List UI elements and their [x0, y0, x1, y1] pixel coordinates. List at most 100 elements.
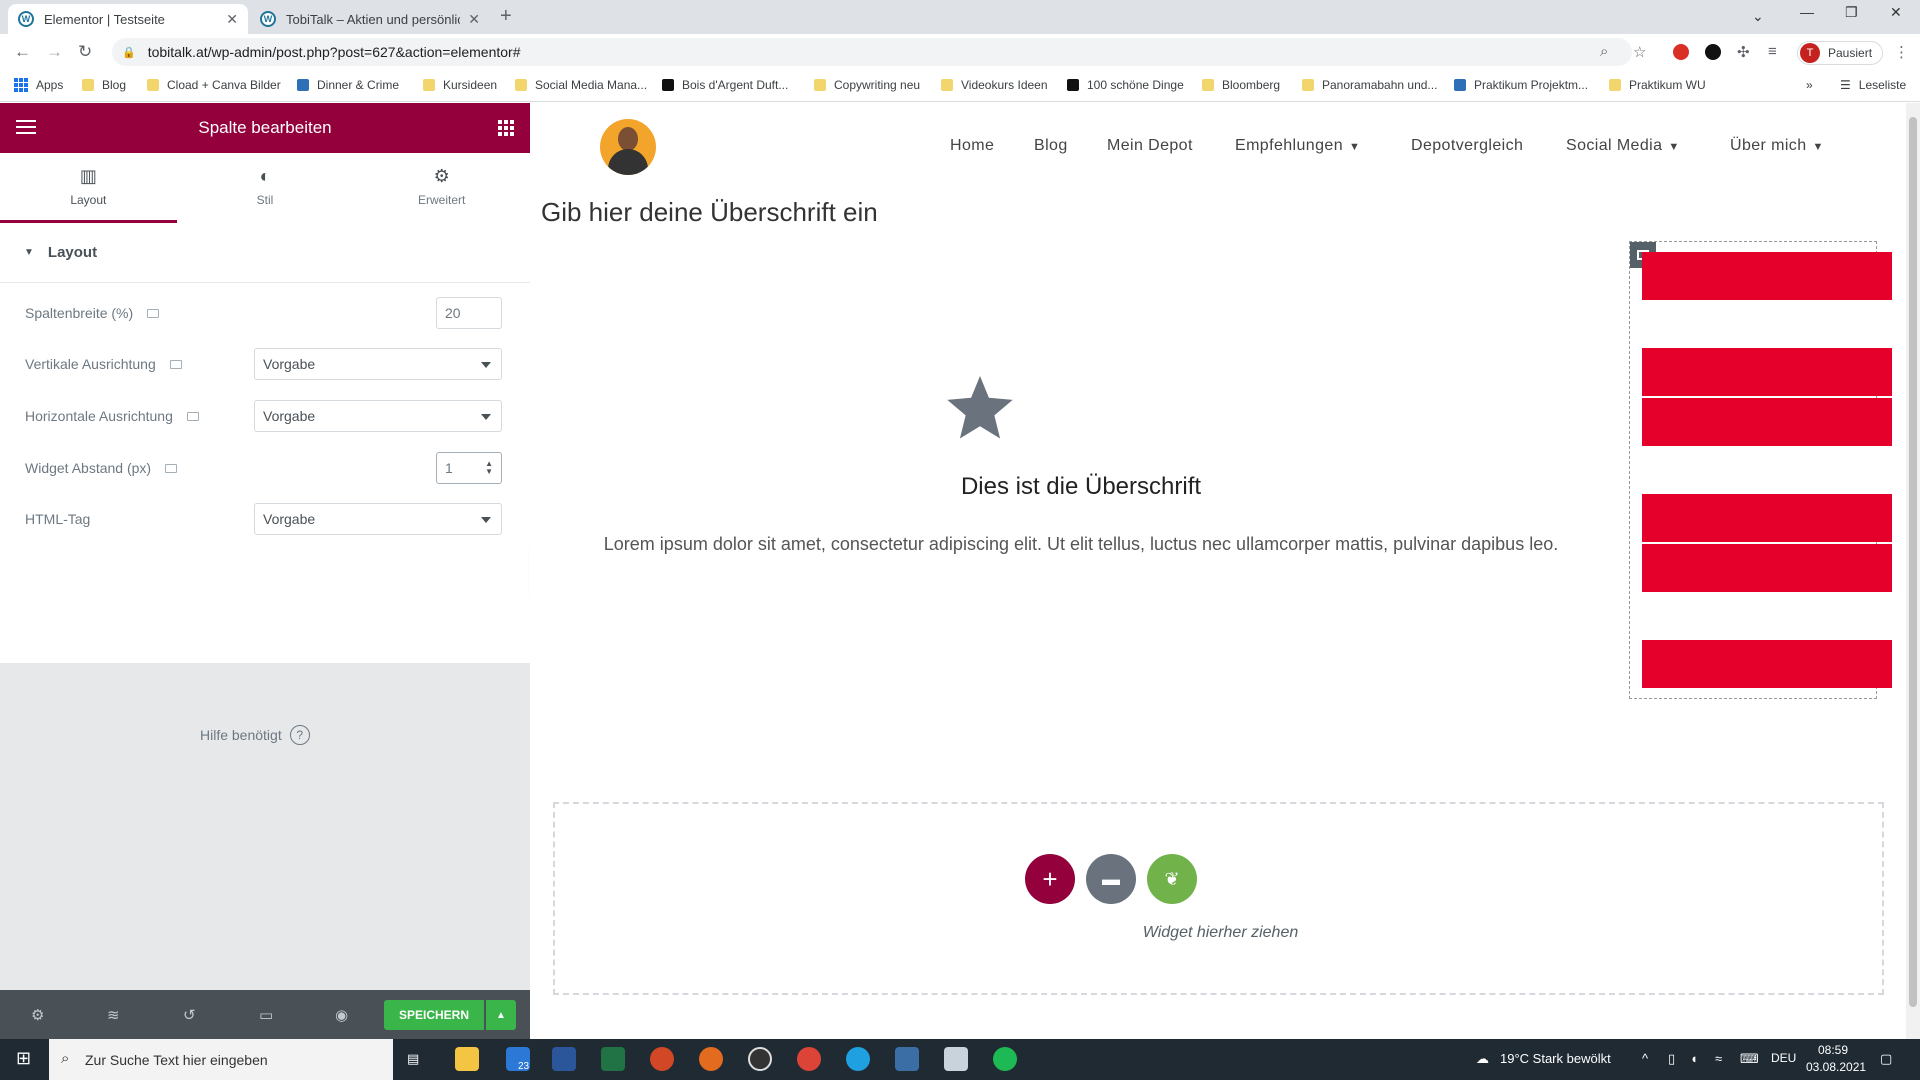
- restore-button[interactable]: ❐: [1845, 4, 1858, 21]
- reload-icon[interactable]: ↻: [78, 42, 92, 62]
- vertical-align-select[interactable]: Vorgabe: [254, 348, 502, 380]
- app-icon[interactable]: [699, 1047, 723, 1071]
- edge-icon[interactable]: [846, 1047, 870, 1071]
- tab-layout[interactable]: ▥ Layout: [0, 153, 177, 223]
- horizontal-align-select[interactable]: Vorgabe: [254, 400, 502, 432]
- extension-adblock-icon[interactable]: [1673, 44, 1689, 60]
- bookmark-folder[interactable]: Cload + Canva Bilder: [147, 78, 281, 92]
- responsive-desktop-icon[interactable]: [165, 463, 178, 473]
- nav-item-empfehlungen[interactable]: Empfehlungen ▼: [1235, 137, 1360, 155]
- bookmark-folder[interactable]: Social Media Mana...: [515, 78, 647, 92]
- extension-grammarly-icon[interactable]: [1705, 44, 1721, 60]
- wifi-icon[interactable]: ≈: [1715, 1051, 1722, 1066]
- volume-icon[interactable]: ◖: [1690, 1051, 1698, 1066]
- icon-box-text[interactable]: Lorem ipsum dolor sit amet, consectetur …: [531, 534, 1631, 555]
- responsive-desktop-icon[interactable]: [169, 359, 182, 369]
- selected-column[interactable]: [1629, 241, 1892, 699]
- save-options-button[interactable]: ▲: [486, 1000, 516, 1030]
- nav-item-social-media[interactable]: Social Media ▼: [1566, 137, 1680, 155]
- bookmark-star-icon[interactable]: ☆: [1633, 43, 1646, 61]
- powerpoint-icon[interactable]: [650, 1047, 674, 1071]
- bookmark-folder[interactable]: Bloomberg: [1202, 78, 1280, 92]
- tab-erweitert[interactable]: ⚙ Erweitert: [353, 153, 530, 223]
- bookmark-folder[interactable]: Copywriting neu: [814, 78, 920, 92]
- weather-icon[interactable]: ☁: [1476, 1051, 1489, 1067]
- forward-icon[interactable]: →: [46, 42, 63, 62]
- profile-button[interactable]: T Pausiert: [1797, 41, 1884, 65]
- page-heading[interactable]: Gib hier deine Überschrift ein: [541, 197, 878, 228]
- app-icon[interactable]: [895, 1047, 919, 1071]
- site-logo[interactable]: [600, 119, 656, 175]
- address-bar[interactable]: 🔒 tobitalk.at/wp-admin/post.php?post=627…: [112, 38, 1632, 66]
- template-library-button[interactable]: ▬: [1086, 854, 1136, 904]
- reading-list-button[interactable]: ☰ Leseliste: [1840, 78, 1906, 92]
- windows-start-icon[interactable]: ⊞: [16, 1048, 31, 1069]
- spotify-icon[interactable]: [993, 1047, 1017, 1071]
- keyboard-icon[interactable]: ⌨: [1740, 1051, 1759, 1067]
- preview-scrollbar[interactable]: [1906, 103, 1920, 1039]
- envato-kit-button[interactable]: ❦: [1147, 854, 1197, 904]
- obs-icon[interactable]: [748, 1047, 772, 1071]
- nav-item-depotvergleich[interactable]: Depotvergleich: [1411, 137, 1523, 155]
- language-indicator[interactable]: DEU: [1771, 1051, 1796, 1065]
- save-button[interactable]: SPEICHERN: [384, 1000, 484, 1030]
- add-section-button[interactable]: +: [1025, 854, 1075, 904]
- column-width-input[interactable]: 20: [436, 297, 502, 329]
- minimize-button[interactable]: —: [1800, 4, 1814, 20]
- close-window-button[interactable]: ✕: [1890, 4, 1902, 21]
- notepad-icon[interactable]: [944, 1047, 968, 1071]
- new-tab-button[interactable]: +: [500, 5, 512, 28]
- tray-overflow-icon[interactable]: ^: [1642, 1051, 1648, 1066]
- browser-tab-tobitalk[interactable]: W TobiTalk – Aktien und persönliche ✕: [250, 4, 490, 34]
- nav-item-home[interactable]: Home: [950, 137, 994, 155]
- bookmarks-overflow-icon[interactable]: »: [1806, 78, 1813, 92]
- bookmark-link[interactable]: Dinner & Crime: [297, 78, 399, 92]
- widgets-grid-icon[interactable]: [498, 120, 514, 136]
- notifications-icon[interactable]: ▢: [1880, 1051, 1892, 1067]
- more-menu-icon[interactable]: ⋮: [1894, 43, 1909, 61]
- clock-time[interactable]: 08:59: [1818, 1043, 1848, 1057]
- responsive-desktop-icon[interactable]: [186, 411, 199, 421]
- close-icon[interactable]: ✕: [468, 11, 480, 28]
- help-link[interactable]: Hilfe benötigt ?: [200, 725, 310, 745]
- browser-tab-elementor[interactable]: W Elementor | Testseite ✕: [8, 4, 248, 34]
- bookmark-link[interactable]: Bois d'Argent Duft...: [662, 78, 788, 92]
- excel-icon[interactable]: [601, 1047, 625, 1071]
- media-control-icon[interactable]: ≡: [1768, 43, 1777, 60]
- weather-text[interactable]: 19°C Stark bewölkt: [1500, 1051, 1611, 1066]
- zoom-icon[interactable]: ⌕: [1600, 43, 1608, 60]
- file-explorer-icon[interactable]: [455, 1047, 479, 1071]
- task-view-icon[interactable]: ▤: [407, 1051, 419, 1067]
- stepper-arrows-icon[interactable]: ▲ ▼: [485, 460, 493, 476]
- tab-search-icon[interactable]: ⌄: [1752, 8, 1764, 25]
- responsive-mode-icon[interactable]: ▭: [259, 1006, 273, 1024]
- bookmark-folder[interactable]: Videokurs Ideen: [941, 78, 1048, 92]
- bookmark-link[interactable]: 100 schöne Dinge: [1067, 78, 1184, 92]
- navigator-layers-icon[interactable]: ≋: [107, 1006, 120, 1024]
- close-icon[interactable]: ✕: [226, 11, 238, 28]
- back-icon[interactable]: ←: [14, 42, 31, 62]
- star-icon[interactable]: [945, 376, 1015, 442]
- scrollbar-thumb[interactable]: [1909, 117, 1917, 1007]
- bookmark-folder[interactable]: Panoramabahn und...: [1302, 78, 1437, 92]
- nav-item-ueber-mich[interactable]: Über mich ▼: [1730, 137, 1824, 155]
- bookmark-apps[interactable]: Apps: [14, 78, 63, 92]
- clock-date[interactable]: 03.08.2021: [1806, 1060, 1866, 1074]
- section-toggle[interactable]: ▼ Layout: [0, 223, 530, 283]
- tab-stil[interactable]: ◐ Stil: [177, 153, 354, 223]
- taskbar-search[interactable]: ⌕ Zur Suche Text hier eingeben: [49, 1039, 393, 1080]
- bookmark-folder[interactable]: Kursideen: [423, 78, 497, 92]
- add-section-dropzone[interactable]: + ▬ ❦ Widget hierher ziehen: [553, 802, 1884, 995]
- html-tag-select[interactable]: Vorgabe: [254, 503, 502, 535]
- battery-icon[interactable]: ▯: [1668, 1051, 1675, 1067]
- bookmark-link[interactable]: Praktikum Projektm...: [1454, 78, 1588, 92]
- word-icon[interactable]: [552, 1047, 576, 1071]
- extensions-puzzle-icon[interactable]: ✣: [1737, 43, 1750, 61]
- nav-item-blog[interactable]: Blog: [1034, 137, 1068, 155]
- bookmark-folder[interactable]: Praktikum WU: [1609, 78, 1706, 92]
- preview-eye-icon[interactable]: ◉: [335, 1006, 348, 1024]
- bookmark-folder[interactable]: Blog: [82, 78, 126, 92]
- widget-spacing-input[interactable]: 1 ▲ ▼: [436, 452, 502, 484]
- icon-box-heading[interactable]: Dies ist die Überschrift: [531, 473, 1631, 501]
- nav-item-mein-depot[interactable]: Mein Depot: [1107, 137, 1193, 155]
